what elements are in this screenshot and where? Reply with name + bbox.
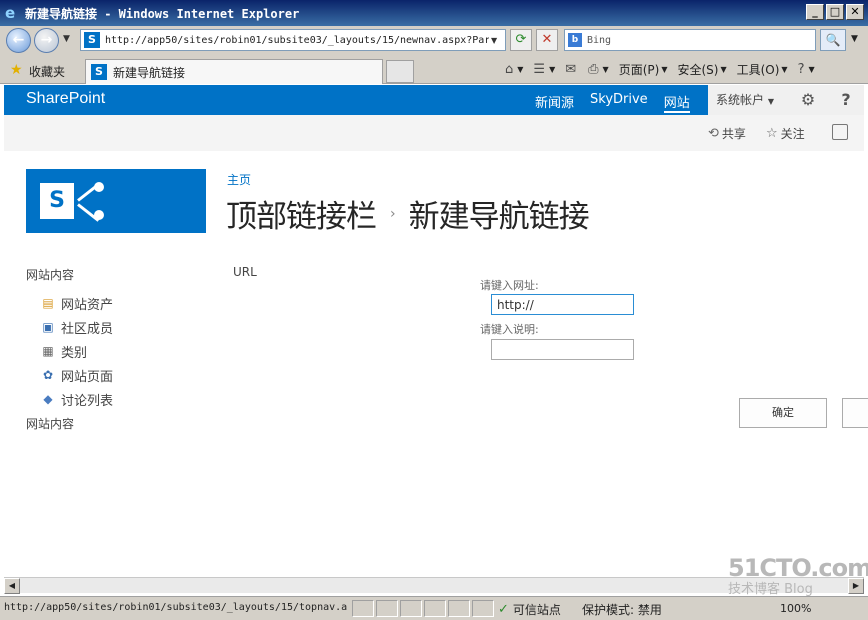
pages-icon: ✿ — [42, 368, 54, 382]
description-input[interactable] — [491, 339, 634, 360]
library-icon: ▤ — [42, 296, 54, 310]
discussion-icon: ◆ — [43, 392, 53, 406]
mail-button[interactable]: ✉ — [565, 62, 578, 77]
focus-on-content-icon[interactable] — [832, 124, 848, 140]
status-panel — [472, 600, 494, 617]
favorites-button[interactable]: 收藏夹 — [29, 63, 65, 80]
address-field-label: 请键入网址: — [480, 279, 539, 292]
quicklaunch-heading[interactable]: 网站内容 — [26, 266, 113, 283]
search-options-dropdown-icon[interactable]: ▼ — [851, 34, 858, 44]
protected-mode-status: 保护模式: 禁用 — [582, 603, 662, 617]
feeds-button[interactable]: ☰ ▼ — [533, 62, 555, 77]
search-box[interactable]: b Bing — [564, 29, 816, 51]
checkmark-icon: ✓ — [498, 602, 509, 617]
watermark: 51CTO.com 技术博客 Blog — [728, 554, 868, 597]
window-controls: _ □ ✕ — [806, 4, 864, 20]
help-icon[interactable]: ? — [828, 85, 864, 115]
follow-button[interactable]: ☆ 关注 — [766, 125, 805, 142]
quicklaunch-item-categories[interactable]: ▦ 类别 — [40, 339, 113, 363]
browser-tab[interactable]: S 新建导航链接 — [85, 59, 383, 84]
gear-icon[interactable]: ⚙ — [788, 85, 828, 115]
help-menu[interactable]: ? ▼ — [798, 62, 815, 77]
address-bar[interactable]: S http://app50/sites/robin01/subsite03/_… — [80, 29, 506, 51]
quicklaunch-item-discussions[interactable]: ◆ 讨论列表 — [40, 387, 113, 411]
contact-card-icon: ▣ — [42, 320, 54, 334]
printer-icon: ⎙ — [588, 62, 599, 77]
quicklaunch-item-site-assets[interactable]: ▤ 网站资产 — [40, 291, 113, 315]
safety-menu[interactable]: 安全(S) ▼ — [677, 61, 726, 78]
security-zone[interactable]: ✓ 可信站点 — [498, 601, 561, 618]
breadcrumb-home-link[interactable]: 主页 — [227, 171, 251, 188]
description-field-label: 请键入说明: — [480, 323, 539, 336]
share-button[interactable]: ⟲ 共享 — [708, 125, 746, 142]
category-icon: ▦ — [42, 344, 54, 358]
quicklaunch-item-site-pages[interactable]: ✿ 网站页面 — [40, 363, 113, 387]
quicklaunch-item-members[interactable]: ▣ 社区成员 — [40, 315, 113, 339]
home-icon: ⌂ — [505, 62, 514, 77]
status-url: http://app50/sites/robin01/subsite03/_la… — [4, 602, 348, 613]
suite-bar: SharePoint 新闻源 SkyDrive 网站 系统帐户 ▼ ⚙ ? — [4, 85, 864, 115]
quick-launch: 网站内容 ▤ 网站资产 ▣ 社区成员 ▦ 类别 ✿ 网站页面 ◆ 讨论列表 网站… — [26, 266, 113, 432]
new-tab-button[interactable] — [386, 60, 414, 83]
status-panel — [448, 600, 470, 617]
site-logo[interactable]: S — [26, 169, 206, 233]
help-circle-icon: ? — [797, 62, 805, 77]
ribbon-bar: ⟲ 共享 ☆ 关注 — [4, 115, 864, 151]
rss-icon: ☰ — [533, 62, 546, 77]
status-panel — [424, 600, 446, 617]
suite-link-newsfeed[interactable]: 新闻源 — [535, 92, 574, 113]
suite-links: 新闻源 SkyDrive 网站 — [535, 92, 690, 113]
favorites-bar: ★ 收藏夹 S 新建导航链接 ⌂ ▼ ☰ ▼ ✉ ⎙ ▼ 页面(P) ▼ 安全(S) ▼ … — [0, 56, 868, 84]
close-window-button[interactable]: ✕ — [846, 4, 864, 20]
address-input[interactable]: http://app50/sites/robin01/subsite03/_la… — [105, 35, 489, 46]
sharepoint-logo-icon: S — [40, 183, 74, 219]
sharepoint-favicon-icon: S — [84, 32, 100, 48]
history-dropdown-icon[interactable]: ▼ — [63, 34, 70, 44]
window-titlebar: e 新建导航链接 - Windows Internet Explorer _ □… — [0, 0, 868, 26]
ok-button[interactable]: 确定 — [739, 398, 827, 428]
status-bar: http://app50/sites/robin01/subsite03/_la… — [0, 596, 868, 620]
star-icon: ☆ — [766, 126, 778, 141]
status-panel — [352, 600, 374, 617]
status-panel — [400, 600, 422, 617]
sharepoint-brand[interactable]: SharePoint — [26, 90, 105, 108]
suite-link-skydrive[interactable]: SkyDrive — [590, 92, 648, 113]
print-button[interactable]: ⎙ ▼ — [588, 62, 609, 77]
page-menu[interactable]: 页面(P) ▼ — [619, 61, 668, 78]
sharepoint-favicon-icon: S — [91, 64, 107, 80]
tab-title: 新建导航链接 — [113, 65, 186, 80]
suite-link-sites[interactable]: 网站 — [663, 92, 690, 113]
command-bar: ⌂ ▼ ☰ ▼ ✉ ⎙ ▼ 页面(P) ▼ 安全(S) ▼ 工具(O) ▼ ? ▼ — [505, 61, 825, 78]
quicklaunch-footer-link[interactable]: 网站内容 — [26, 415, 113, 432]
address-dropdown-icon[interactable]: ▼ — [491, 36, 497, 45]
back-button[interactable]: ← — [6, 28, 31, 53]
title-parent-link[interactable]: 顶部链接栏 — [226, 191, 377, 236]
status-panel — [376, 600, 398, 617]
page-title: 顶部链接栏 › 新建导航链接 — [226, 191, 590, 236]
home-button[interactable]: ⌂ ▼ — [505, 62, 523, 77]
search-input[interactable]: Bing — [587, 35, 611, 46]
bing-icon: b — [568, 33, 582, 47]
title-current: 新建导航链接 — [408, 199, 590, 235]
cancel-button[interactable] — [842, 398, 868, 428]
ie-logo-icon: e — [5, 4, 16, 22]
address-toolbar: ← → ▼ S http://app50/sites/robin01/subsi… — [0, 26, 868, 56]
maximize-button[interactable]: □ — [826, 4, 844, 20]
breadcrumb-arrow-icon: › — [390, 205, 396, 222]
zoom-level[interactable]: 100% — [780, 602, 811, 615]
web-address-input[interactable] — [491, 294, 634, 315]
tools-menu[interactable]: 工具(O) ▼ — [737, 61, 788, 78]
minimize-button[interactable]: _ — [806, 4, 824, 20]
favorites-star-icon[interactable]: ★ — [10, 62, 23, 78]
search-button[interactable]: 🔍 — [820, 29, 846, 51]
mail-icon: ✉ — [565, 62, 577, 77]
account-menu[interactable]: 系统帐户 ▼ — [708, 85, 788, 115]
scroll-left-icon[interactable]: ◀ — [4, 578, 20, 594]
refresh-button[interactable]: ⟳ — [510, 29, 532, 51]
url-section-label: URL — [233, 265, 257, 279]
forward-button[interactable]: → — [34, 28, 59, 53]
stop-button[interactable]: ✕ — [536, 29, 558, 51]
window-title: 新建导航链接 - Windows Internet Explorer — [25, 6, 300, 21]
share-icon: ⟲ — [708, 126, 719, 141]
